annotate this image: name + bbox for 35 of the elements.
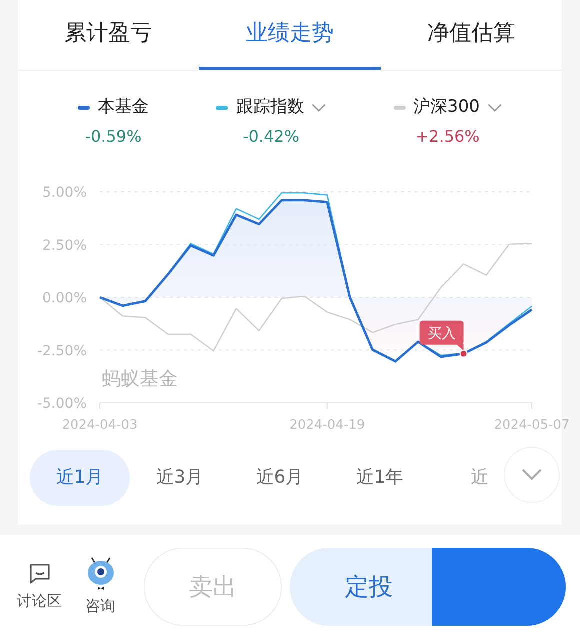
legend-swatch [394, 106, 406, 110]
mascot-icon [86, 557, 116, 591]
chat-bubble-icon [28, 562, 52, 586]
x-tick-label: 2024-05-07 [494, 418, 570, 432]
tab[interactable]: 累计盈亏 [18, 0, 200, 70]
chevron-down-icon[interactable] [488, 104, 502, 112]
bottom-link[interactable]: 咨询 [75, 557, 126, 618]
chevron-down-icon[interactable] [312, 104, 326, 112]
chart-watermark: 蚂蚁基金 [102, 368, 178, 390]
x-tick-label: 2024-04-03 [62, 418, 138, 432]
y-tick-label: 0.00% [42, 290, 87, 306]
legend-label: 跟踪指数 [236, 96, 304, 119]
bottom-link[interactable]: 讨论区 [14, 562, 65, 612]
y-tick-label: -5.00% [37, 396, 87, 412]
change-value: -0.42% [242, 126, 300, 148]
y-tick-label: 2.50% [42, 237, 87, 254]
change-value: -0.59% [85, 126, 142, 148]
change-value: +2.56% [416, 126, 480, 148]
action-button[interactable] [432, 548, 566, 626]
legend-label: 本基金 [98, 96, 149, 119]
y-tick-label: -2.50% [37, 342, 87, 359]
y-tick-label: 5.00% [42, 184, 87, 200]
chevron-down-icon [522, 469, 542, 480]
period-tab[interactable]: 近1年 [330, 450, 430, 506]
auto-invest-button[interactable]: 定投 [290, 548, 432, 626]
period-tab[interactable]: 近3月 [130, 450, 230, 506]
buy-marker-label: 买入 [428, 325, 456, 342]
legend-label: 沪深300 [414, 96, 480, 119]
period-tab[interactable]: 近1月 [30, 450, 130, 506]
legend-swatch [216, 106, 228, 110]
legend-swatch [78, 106, 90, 110]
period-tab[interactable]: 近6月 [230, 450, 330, 506]
tab[interactable]: 业绩走势 [199, 0, 381, 70]
tab[interactable]: 净值估算 [380, 0, 562, 70]
x-tick-label: 2024-04-19 [290, 418, 366, 432]
